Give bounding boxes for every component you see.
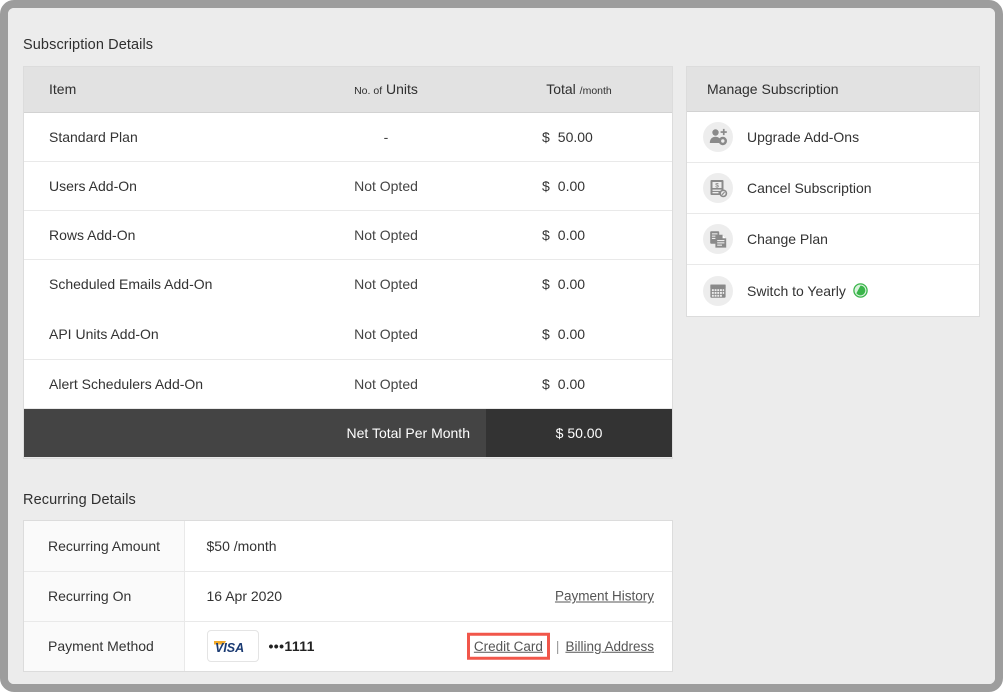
recurring-on-value-cell: 16 Apr 2020 Payment History xyxy=(184,571,672,622)
row-units: Not Opted xyxy=(286,309,486,360)
row-amount: 0.00 xyxy=(557,276,586,293)
credit-card-highlight: Credit Card xyxy=(466,633,550,660)
row-units: - xyxy=(286,112,486,162)
row-amount: 0.00 xyxy=(557,325,586,342)
row-item-name: Users Add-On xyxy=(24,161,286,211)
row-item-name: Scheduled Emails Add-On xyxy=(24,259,286,309)
column-header-total: Total /month xyxy=(486,67,672,113)
recurring-on-value: 16 Apr 2020 xyxy=(206,588,283,604)
row-currency: $ xyxy=(542,375,550,392)
row-units: Not Opted xyxy=(286,359,486,409)
payment-method-value-cell: VISA •••1111 Credit Card | Billing Addre… xyxy=(184,621,672,671)
manage-item-label: Cancel Subscription xyxy=(747,180,872,196)
row-total: $0.00 xyxy=(486,309,672,360)
row-item-name: Alert Schedulers Add-On xyxy=(24,359,286,409)
row-total: $0.00 xyxy=(486,359,672,409)
recurring-amount-value: $50 /month xyxy=(184,521,672,572)
row-currency: $ xyxy=(542,226,550,243)
table-header-row: Item No. of Units Total /month xyxy=(24,67,672,113)
table-row-recurring-on: Recurring On 16 Apr 2020 Payment History xyxy=(24,571,672,622)
net-total-value: $ 50.00 xyxy=(486,408,672,458)
recurring-on-label: Recurring On xyxy=(24,571,185,622)
payment-history-link[interactable]: Payment History xyxy=(555,589,654,604)
row-item-name: Rows Add-On xyxy=(24,210,286,260)
net-total-label: Net Total Per Month xyxy=(286,408,486,458)
column-header-units: No. of Units xyxy=(286,67,486,113)
table-row-payment-method: Payment Method VISA •••1111 Credit Card … xyxy=(24,621,672,671)
table-row: Users Add-On Not Opted $0.00 xyxy=(24,161,672,211)
row-units: Not Opted xyxy=(286,259,486,309)
manage-subscription-header: Manage Subscription xyxy=(687,67,979,112)
billing-address-link[interactable]: Billing Address xyxy=(565,639,654,654)
visa-logo-icon: VISA xyxy=(206,630,259,663)
row-total: $50.00 xyxy=(486,112,672,162)
column-header-units-prefix: No. of xyxy=(354,85,383,98)
manage-item-upgrade-add-ons[interactable]: Upgrade Add-Ons xyxy=(687,112,979,163)
column-header-item: Item xyxy=(24,67,286,113)
table-row-recurring-amount: Recurring Amount $50 /month xyxy=(24,521,672,572)
app-window: Subscription Details Item No. of Units T… xyxy=(0,0,1003,692)
row-amount: 0.00 xyxy=(557,226,586,243)
row-units: Not Opted xyxy=(286,210,486,260)
links-separator: | xyxy=(555,638,560,654)
manage-item-switch-to-yearly[interactable]: Switch to Yearly xyxy=(687,265,979,316)
svg-text:$: $ xyxy=(715,182,719,189)
recurring-on-links: Payment History xyxy=(555,589,654,604)
row-currency: $ xyxy=(542,325,550,342)
row-item-name: Standard Plan xyxy=(24,112,286,162)
manage-item-label: Switch to Yearly xyxy=(747,282,846,299)
calendar-icon xyxy=(703,275,733,306)
row-currency: $ xyxy=(542,177,550,194)
recurring-details-table: Recurring Amount $50 /month Recurring On… xyxy=(23,520,673,672)
net-total-spacer xyxy=(24,408,286,458)
subscription-table: Item No. of Units Total /month Standard … xyxy=(23,66,673,459)
table-row: Scheduled Emails Add-On Not Opted $0.00 xyxy=(24,259,672,309)
row-units: Not Opted xyxy=(286,161,486,211)
table-row-net-total: Net Total Per Month $ 50.00 xyxy=(24,408,672,458)
row-total: $0.00 xyxy=(486,161,672,211)
row-amount: 0.00 xyxy=(557,375,586,392)
row-amount: 0.00 xyxy=(557,177,586,194)
svg-text:VISA: VISA xyxy=(215,641,244,654)
row-item-name: API Units Add-On xyxy=(24,309,286,360)
page-title: Subscription Details xyxy=(23,37,154,53)
manage-item-label: Upgrade Add-Ons xyxy=(747,129,860,145)
manage-item-label: Change Plan xyxy=(747,231,828,247)
column-header-total-main: Total xyxy=(546,81,576,98)
row-currency: $ xyxy=(542,128,550,145)
manage-item-change-plan[interactable]: Change Plan xyxy=(687,214,979,265)
row-currency: $ xyxy=(542,276,550,293)
payment-method-label: Payment Method xyxy=(24,621,185,671)
row-total: $0.00 xyxy=(486,210,672,260)
column-header-total-suffix: /month xyxy=(579,85,612,98)
payment-method-links: Credit Card | Billing Address xyxy=(466,633,654,660)
table-row: API Units Add-On Not Opted $0.00 xyxy=(24,309,672,360)
page-body: Subscription Details Item No. of Units T… xyxy=(8,8,995,684)
documents-icon xyxy=(703,224,733,254)
credit-card-link[interactable]: Credit Card xyxy=(474,639,543,654)
card-masked-number: •••1111 xyxy=(268,638,315,655)
table-row: Alert Schedulers Add-On Not Opted $0.00 xyxy=(24,359,672,409)
invoice-cancel-icon: $ xyxy=(703,173,733,203)
column-header-units-main: Units xyxy=(386,81,418,98)
recurring-details-title: Recurring Details xyxy=(23,492,136,508)
recurring-amount-label: Recurring Amount xyxy=(24,521,185,572)
manage-item-cancel-subscription[interactable]: $ Cancel Subscription xyxy=(687,163,979,214)
user-add-icon xyxy=(703,122,733,152)
yearly-offer-badge xyxy=(853,283,868,298)
table-row: Standard Plan - $50.00 xyxy=(24,112,672,162)
row-total: $0.00 xyxy=(486,259,672,309)
row-amount: 50.00 xyxy=(557,128,593,145)
table-row: Rows Add-On Not Opted $0.00 xyxy=(24,210,672,260)
manage-subscription-panel: Manage Subscription Upgrade Add-Ons $ Ca… xyxy=(686,66,980,317)
